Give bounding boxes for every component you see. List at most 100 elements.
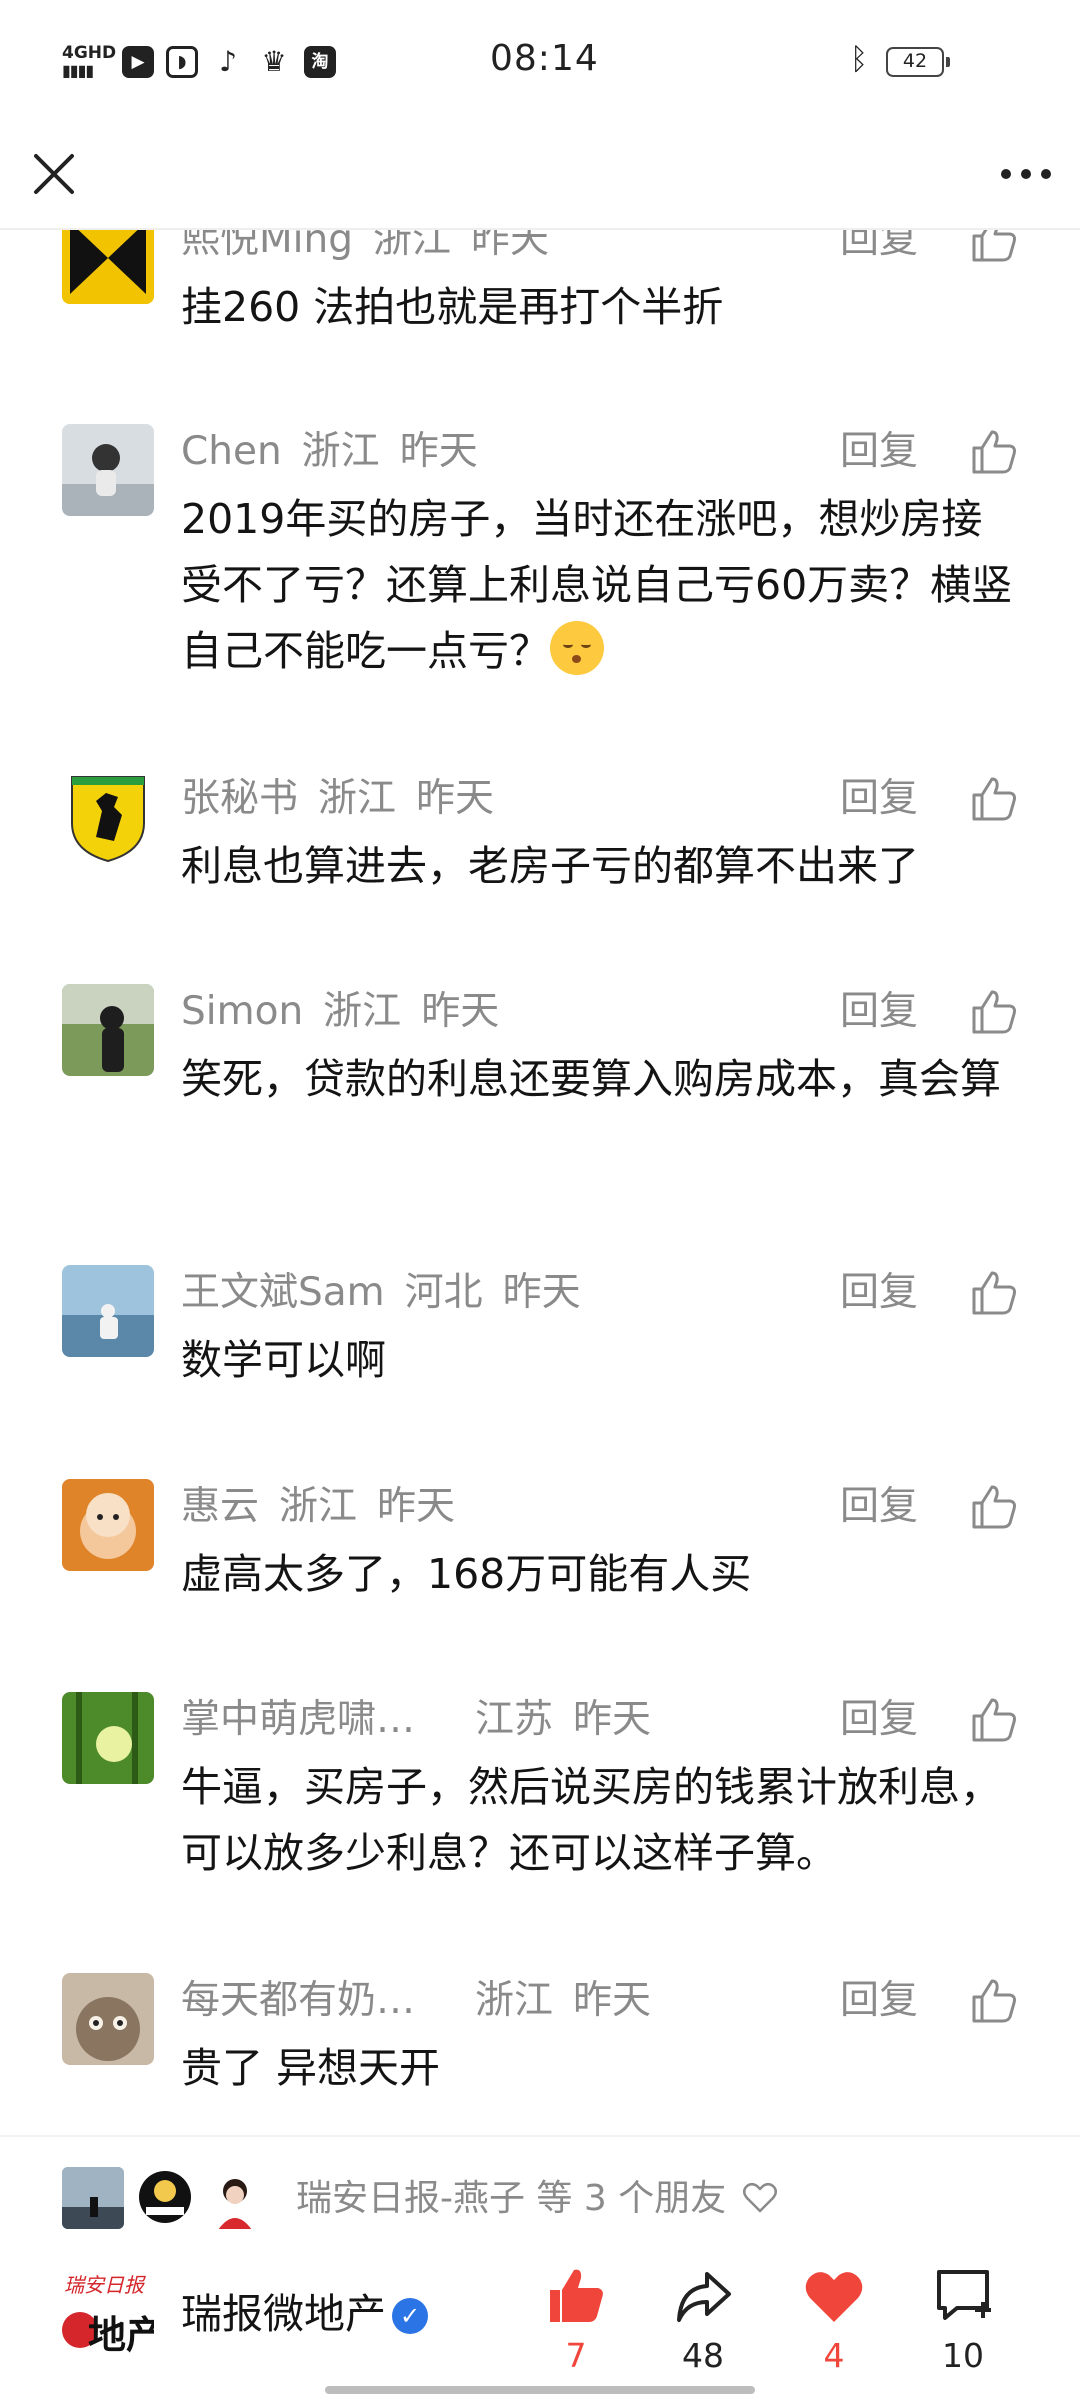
comment-like-button[interactable] [968,1694,1020,1746]
battery-indicator: 42 [886,47,950,77]
heart-filled-icon [805,2272,863,2322]
thumbs-up-icon [972,1698,1016,1742]
account-name-area[interactable]: 瑞报微地产 ✓ [181,2284,428,2344]
avatar[interactable] [62,1479,154,1571]
share-icon [677,2272,731,2322]
comment-action-button[interactable]: 10 [908,2262,1018,2392]
comment-username[interactable]: Chen [181,429,282,474]
avatar[interactable] [62,984,154,1076]
comment-time: 昨天 [470,230,549,262]
comment-region: 浙江 [279,1484,358,1529]
comment-list: 熙悦Ming 浙江 昨天 回复 挂260 法拍也就是再打个半折 Chen 浙江 … [0,230,1080,2135]
comment-like-button[interactable] [968,426,1020,478]
comment-like-button[interactable] [968,1481,1020,1533]
tiktok-icon: ♪ [212,46,244,78]
like-count: 7 [565,2336,587,2375]
comment-text: 牛逼，买房子，然后说买房的钱累计放利息，可以放多少利息？还可以这样子算。 [181,1763,1001,1877]
thumbs-up-filled-icon [550,2269,603,2322]
close-button[interactable] [22,142,86,206]
network-indicator: 4GHD ▮▮▮▮ [62,44,116,80]
home-indicator[interactable] [325,2386,755,2394]
avatar[interactable] [62,424,154,516]
comment-region: 浙江 [318,776,397,821]
reply-button[interactable]: 回复 [840,1265,918,1321]
comment-time: 昨天 [377,1484,456,1529]
article-comments-page: 4GHD ▮▮▮▮ ▶ ◗ ♪ ♛ 淘 08:14 ᛒ 42 熙悦Ming 浙江… [0,0,1080,2400]
reply-button[interactable]: 回复 [840,1973,918,2029]
network-type: 4GHD [62,43,117,63]
avatar-image [62,230,154,304]
comment-time: 昨天 [421,989,500,1034]
comment-like-button[interactable] [968,230,1020,266]
account-logo[interactable]: 瑞安日报 地产 [58,2266,154,2362]
comment-time: 昨天 [416,776,495,821]
more-icon [1001,169,1051,179]
more-button[interactable] [990,142,1062,206]
cat-avatar-image [62,1973,154,2065]
comment-like-button[interactable] [968,1267,1020,1319]
comment-text: 2019年买的房子，当时还在涨吧，想炒房接受不了亏？还算上利息说自己亏60万卖？… [181,486,1021,684]
thumbs-up-icon [972,1271,1016,1315]
comment-time: 昨天 [573,1697,652,1742]
thumbs-up-icon [972,230,1016,262]
comment-username[interactable]: 掌中萌虎啸… [181,1697,415,1742]
comment-region: 浙江 [301,429,380,474]
comment-text: 笑死，贷款的利息还要算入购房成本，真会算 [181,1055,1001,1103]
verified-badge-icon: ✓ [392,2298,428,2334]
video-app-icon: ▶ [122,46,154,78]
comment-username[interactable]: 每天都有奶… [181,1978,415,2023]
thumbs-up-icon [972,990,1016,1034]
bottom-action-bar: 瑞安日报 地产 瑞报微地产 ✓ 7 48 4 10 [0,2262,1080,2400]
avatar[interactable] [62,1973,154,2065]
close-icon [34,154,74,194]
avatar[interactable] [62,771,154,863]
reply-button[interactable]: 回复 [840,771,918,827]
comment-username[interactable]: 张秘书 [181,776,298,821]
comment-count: 10 [942,2336,984,2375]
share-action-button[interactable]: 48 [648,2262,758,2392]
comment-meta: 张秘书 浙江 昨天 [181,771,514,831]
clock: 08:14 [490,38,599,79]
reply-button[interactable]: 回复 [840,1692,918,1748]
comment-text: 数学可以啊 [181,1336,386,1384]
like-action-button[interactable]: 7 [521,2262,631,2392]
avatar[interactable] [62,1692,154,1784]
comment-region: 河北 [404,1270,483,1315]
status-bar: 4GHD ▮▮▮▮ ▶ ◗ ♪ ♛ 淘 08:14 ᛒ 42 [0,0,1080,120]
heart-action-button[interactable]: 4 [779,2262,889,2392]
friend-avatar-image [202,2167,264,2229]
comment-username[interactable]: 熙悦Ming [181,230,353,262]
friend-avatar-image [132,2167,194,2229]
comment-region: 江苏 [475,1697,554,1742]
comment-like-button[interactable] [968,1975,1020,2027]
divider [0,228,1080,230]
comment-time: 昨天 [573,1978,652,2023]
comment-time: 昨天 [502,1270,581,1315]
comment-meta: 每天都有奶… 浙江 昨天 [181,1973,671,2033]
account-name: 瑞报微地产 [181,2290,386,2338]
comment-username[interactable]: 惠云 [181,1484,259,1529]
logo-main-text: 地产 [88,2313,154,2357]
reply-button[interactable]: 回复 [840,230,918,268]
comment-username[interactable]: Simon [181,989,303,1034]
comment-text: 利息也算进去，老房子亏的都算不出来了 [181,842,919,890]
comment-region: 浙江 [323,989,402,1034]
reply-button[interactable]: 回复 [840,424,918,480]
comment-like-button[interactable] [968,773,1020,825]
top-nav [0,130,1080,230]
comment-like-button[interactable] [968,986,1020,1038]
crown-app-icon: ♛ [258,46,290,78]
friend-avatar [130,2165,196,2231]
avatar[interactable] [62,230,154,304]
avatar-image [62,1692,154,1784]
comment-username[interactable]: 王文斌Sam [181,1270,385,1315]
avatar[interactable] [62,1265,154,1357]
reply-button[interactable]: 回复 [840,984,918,1040]
comment-meta: 熙悦Ming 浙江 昨天 [181,230,569,272]
comment-meta: 王文斌Sam 河北 昨天 [181,1265,601,1325]
comment-region: 浙江 [475,1978,554,2023]
reply-button[interactable]: 回复 [840,1479,918,1535]
friends-liked-bar[interactable]: 瑞安日报-燕子 等 3 个朋友 [0,2135,1080,2260]
share-count: 48 [682,2336,724,2375]
comment-meta: 掌中萌虎啸… 江苏 昨天 [181,1692,671,1752]
